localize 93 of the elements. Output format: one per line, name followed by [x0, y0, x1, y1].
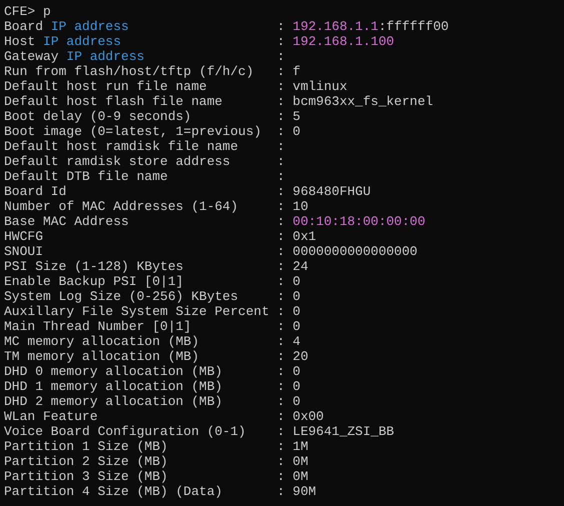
setting-value: 20: [292, 349, 308, 364]
separator: :: [277, 169, 285, 184]
setting-value: LE9641_ZSI_BB: [292, 424, 394, 439]
setting-label: Base MAC Address: [4, 214, 130, 229]
setting-value: 192.168.1.100: [292, 34, 394, 49]
setting-label: PSI Size (1-128) KBytes: [4, 259, 184, 274]
setting-label: Board Id: [4, 184, 68, 199]
setting-value: 0M: [292, 469, 308, 484]
setting-value: 0: [292, 304, 300, 319]
separator: :: [277, 124, 285, 139]
setting-label: DHD 0 memory allocation (MB): [4, 364, 224, 379]
setting-label: Voice Board Configuration (0-1): [4, 424, 247, 439]
setting-value: bcm963xx_fs_kernel: [292, 94, 434, 109]
separator: :: [277, 289, 285, 304]
setting-label: Default host ramdisk file name: [4, 139, 240, 154]
separator: :: [277, 19, 285, 34]
separator: :: [277, 49, 285, 64]
setting-label: Partition 3 Size (MB): [4, 469, 169, 484]
separator: :: [277, 274, 285, 289]
separator: :: [277, 64, 285, 79]
setting-label: Default ramdisk store address: [4, 154, 232, 169]
setting-label: Default DTB file name: [4, 169, 169, 184]
setting-label: Host IP address: [4, 34, 122, 49]
separator: :: [277, 454, 285, 469]
setting-value: 0x1: [292, 229, 316, 244]
setting-value: 0: [292, 274, 300, 289]
setting-label: Boot image (0=latest, 1=previous): [4, 124, 262, 139]
setting-value: 00:10:18:00:00:00: [292, 214, 426, 229]
separator: :: [277, 184, 285, 199]
setting-value: 5: [292, 109, 300, 124]
separator: :: [277, 409, 285, 424]
setting-label: DHD 1 memory allocation (MB): [4, 379, 224, 394]
separator: :: [277, 424, 285, 439]
setting-label: MC memory allocation (MB): [4, 334, 200, 349]
separator: :: [277, 319, 285, 334]
setting-label: WLan Feature: [4, 409, 99, 424]
separator: :: [277, 469, 285, 484]
separator: :: [277, 94, 285, 109]
setting-label: Enable Backup PSI [0|1]: [4, 274, 184, 289]
setting-label: Partition 2 Size (MB): [4, 454, 169, 469]
separator: :: [277, 199, 285, 214]
setting-label: Number of MAC Addresses (1-64): [4, 199, 240, 214]
separator: :: [277, 229, 285, 244]
setting-value: 0: [292, 364, 300, 379]
setting-label: System Log Size (0-256) KBytes: [4, 289, 240, 304]
separator: :: [277, 214, 285, 229]
separator: :: [277, 34, 285, 49]
setting-value: 0x00: [292, 409, 324, 424]
setting-label: HWCFG: [4, 229, 44, 244]
setting-value: 192.168.1.1:ffffff00: [292, 19, 449, 34]
setting-label: Gateway IP address: [4, 49, 146, 64]
setting-value: 0000000000000000: [292, 244, 418, 259]
separator: :: [277, 304, 285, 319]
separator: :: [277, 349, 285, 364]
setting-label: Board IP address: [4, 19, 130, 34]
setting-value: f: [292, 64, 300, 79]
setting-value: 968480FHGU: [292, 184, 371, 199]
setting-value: 0M: [292, 454, 308, 469]
separator: :: [277, 244, 285, 259]
separator: :: [277, 154, 285, 169]
setting-value: 1M: [292, 439, 308, 454]
setting-value: 90M: [292, 484, 316, 499]
separator: :: [277, 439, 285, 454]
separator: :: [277, 109, 285, 124]
separator: :: [277, 334, 285, 349]
setting-label: Boot delay (0-9 seconds): [4, 109, 192, 124]
separator: :: [277, 364, 285, 379]
setting-value: 24: [292, 259, 308, 274]
setting-label: Main Thread Number [0|1]: [4, 319, 192, 334]
separator: :: [277, 79, 285, 94]
setting-value: 0: [292, 289, 300, 304]
separator: :: [277, 484, 285, 499]
setting-label: DHD 2 memory allocation (MB): [4, 394, 224, 409]
setting-label: SNOUI: [4, 244, 44, 259]
setting-value: 0: [292, 124, 300, 139]
setting-value: 0: [292, 319, 300, 334]
separator: :: [277, 394, 285, 409]
separator: :: [277, 139, 285, 154]
setting-value: vmlinux: [292, 79, 348, 94]
setting-value: 0: [292, 394, 300, 409]
setting-label: Default host run file name: [4, 79, 208, 94]
setting-value: 4: [292, 334, 300, 349]
separator: :: [277, 259, 285, 274]
separator: :: [277, 379, 285, 394]
setting-label: Run from flash/host/tftp (f/h/c): [4, 64, 255, 79]
setting-label: Default host flash file name: [4, 94, 224, 109]
command-prompt: CFE> p: [4, 4, 51, 19]
setting-label: Partition 1 Size (MB): [4, 439, 169, 454]
setting-value: 0: [292, 379, 300, 394]
setting-value: 10: [292, 199, 308, 214]
setting-label: Partition 4 Size (MB) (Data): [4, 484, 224, 499]
setting-label: TM memory allocation (MB): [4, 349, 200, 364]
setting-label: Auxillary File System Size Percent: [4, 304, 270, 319]
